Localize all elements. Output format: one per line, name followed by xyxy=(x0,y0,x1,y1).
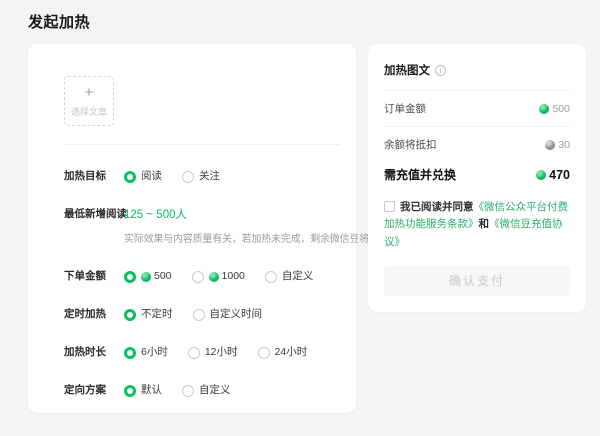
radio-selected-icon[interactable] xyxy=(124,385,136,397)
radio-unselected-icon[interactable] xyxy=(188,347,200,359)
heating-goal-label: 加热目标 xyxy=(64,170,124,183)
radio-unselected-icon[interactable] xyxy=(265,271,277,283)
radio-option-label: 24小时 xyxy=(275,346,308,359)
min-new-reads-value: 125 ~ 500人 xyxy=(124,208,389,222)
schedule-row: 定时加热 不定时 自定义时间 xyxy=(64,308,340,321)
radio-option-label: 自定义 xyxy=(199,384,231,397)
select-article-picker[interactable]: + 选择文章 xyxy=(64,76,114,126)
bean-icon xyxy=(539,104,549,114)
radio-option-1000[interactable]: 1000 xyxy=(192,270,245,283)
recharge-needed-label: 需充值并兑换 xyxy=(384,166,456,183)
radio-option-anytime[interactable]: 不定时 xyxy=(124,308,173,321)
agreement-text: 我已阅读并同意《微信公众平台付费加热功能服务条款》和《微信豆充值协议》 xyxy=(384,199,570,251)
min-new-reads-hint: 实际效果与内容质量有关，若加热未完成，剩余微信豆将返还 xyxy=(124,230,389,245)
recharge-needed-value: 470 xyxy=(549,168,570,182)
confirm-pay-button[interactable]: 确认支付 xyxy=(384,266,570,296)
radio-option-12h[interactable]: 12小时 xyxy=(188,346,238,359)
agreement-checkbox[interactable] xyxy=(384,201,395,212)
select-article-label: 选择文章 xyxy=(71,105,107,118)
radio-option-24h[interactable]: 24小时 xyxy=(258,346,308,359)
summary-title: 加热图文 xyxy=(384,62,430,78)
agreement-conjunction: 和 xyxy=(479,218,490,230)
order-amount-summary-row: 订单金额 500 xyxy=(384,91,570,126)
balance-deduction-value: 30 xyxy=(558,139,570,151)
radio-option-label: 阅读 xyxy=(141,170,162,183)
radio-option-label: 6小时 xyxy=(141,346,168,359)
bean-gray-icon xyxy=(545,140,555,150)
duration-label: 加热时长 xyxy=(64,346,124,359)
radio-option-custom-plan[interactable]: 自定义 xyxy=(182,384,231,397)
duration-row: 加热时长 6小时 12小时 24小时 xyxy=(64,346,340,359)
divider xyxy=(64,144,340,145)
radio-option-label: 不定时 xyxy=(141,308,173,321)
balance-deduction-label: 余额将抵扣 xyxy=(384,137,437,152)
targeting-row: 定向方案 默认 自定义 xyxy=(64,384,340,397)
bean-icon xyxy=(141,272,151,282)
payment-summary-card: 加热图文 i 订单金额 500 余额将抵扣 30 需充值并兑换 470 我已阅读… xyxy=(368,44,586,312)
radio-unselected-icon[interactable] xyxy=(192,271,204,283)
order-amount-row: 下单金额 500 1000 自定义 xyxy=(64,270,340,283)
radio-unselected-icon[interactable] xyxy=(182,385,194,397)
radio-option-default-plan[interactable]: 默认 xyxy=(124,384,162,397)
radio-option-500[interactable]: 500 xyxy=(124,270,172,283)
radio-selected-icon[interactable] xyxy=(124,347,136,359)
min-new-reads-label: 最低新增阅读 xyxy=(64,208,124,221)
order-amount-summary-value: 500 xyxy=(552,103,570,115)
radio-option-label: 500 xyxy=(154,270,172,283)
radio-selected-icon[interactable] xyxy=(124,271,136,283)
radio-option-read[interactable]: 阅读 xyxy=(124,170,162,183)
plus-icon: + xyxy=(85,85,94,100)
heating-goal-row: 加热目标 阅读 关注 xyxy=(64,170,340,183)
radio-option-custom-time[interactable]: 自定义时间 xyxy=(193,308,263,321)
min-new-reads-row: 最低新增阅读 125 ~ 500人 实际效果与内容质量有关，若加热未完成，剩余微… xyxy=(64,208,340,245)
boost-form-card: + 选择文章 加热目标 阅读 关注 最低新增阅读 125 ~ 500人 实际效果… xyxy=(28,44,356,413)
radio-option-6h[interactable]: 6小时 xyxy=(124,346,168,359)
radio-option-label: 关注 xyxy=(199,170,220,183)
agreement-prefix: 我已阅读并同意 xyxy=(400,201,474,213)
radio-unselected-icon[interactable] xyxy=(193,309,205,321)
summary-title-row: 加热图文 i xyxy=(384,58,570,90)
recharge-needed-row: 需充值并兑换 470 xyxy=(384,162,570,193)
radio-selected-icon[interactable] xyxy=(124,309,136,321)
radio-option-follow[interactable]: 关注 xyxy=(182,170,220,183)
order-amount-label: 下单金额 xyxy=(64,270,124,283)
targeting-label: 定向方案 xyxy=(64,384,124,397)
radio-option-label: 默认 xyxy=(141,384,162,397)
radio-selected-icon[interactable] xyxy=(124,171,136,183)
bean-icon xyxy=(536,170,546,180)
radio-option-label: 自定义时间 xyxy=(210,308,263,321)
radio-option-label: 12小时 xyxy=(205,346,238,359)
radio-unselected-icon[interactable] xyxy=(182,171,194,183)
page-title: 发起加热 xyxy=(28,11,90,32)
radio-option-label: 自定义 xyxy=(282,270,314,283)
info-icon[interactable]: i xyxy=(435,65,446,76)
order-amount-summary-label: 订单金额 xyxy=(384,101,426,116)
radio-unselected-icon[interactable] xyxy=(258,347,270,359)
radio-option-label: 1000 xyxy=(222,270,245,283)
bean-icon xyxy=(209,272,219,282)
radio-option-custom-amount[interactable]: 自定义 xyxy=(265,270,314,283)
balance-deduction-row: 余额将抵扣 30 xyxy=(384,127,570,162)
schedule-label: 定时加热 xyxy=(64,308,124,321)
